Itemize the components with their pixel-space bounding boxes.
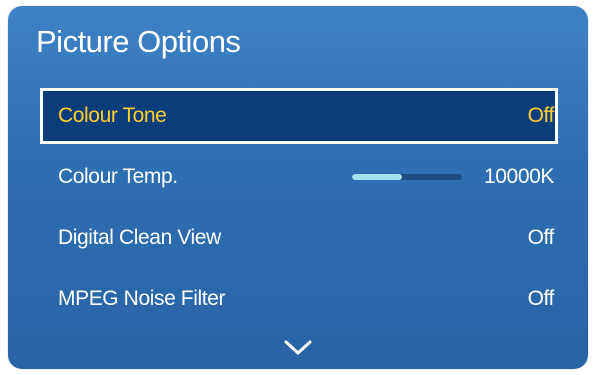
chevron-down-icon[interactable] [283,339,313,357]
menu-item-value: Off [527,104,555,127]
picture-options-panel: Picture Options Colour Tone Off Colour T… [8,6,588,369]
menu-item-colour-tone[interactable]: Colour Tone Off [40,88,558,144]
menu-item-value: Off [527,287,555,310]
menu-item-digital-clean-view[interactable]: Digital Clean View Off [40,210,558,266]
menu-item-label: MPEG Noise Filter [58,287,226,310]
menu-item-mpeg-noise-filter[interactable]: MPEG Noise Filter Off [40,271,558,327]
menu-item-label: Colour Temp. [58,165,178,188]
slider-fill [352,174,402,180]
page-title: Picture Options [36,24,241,59]
menu-item-colour-temp[interactable]: Colour Temp. 10000K [40,149,558,205]
menu-item-label: Colour Tone [58,104,167,127]
menu-item-value: Off [527,226,555,249]
menu-item-value: 10000K [483,165,554,188]
colour-temp-slider[interactable] [352,174,462,180]
menu-item-label: Digital Clean View [58,226,221,249]
